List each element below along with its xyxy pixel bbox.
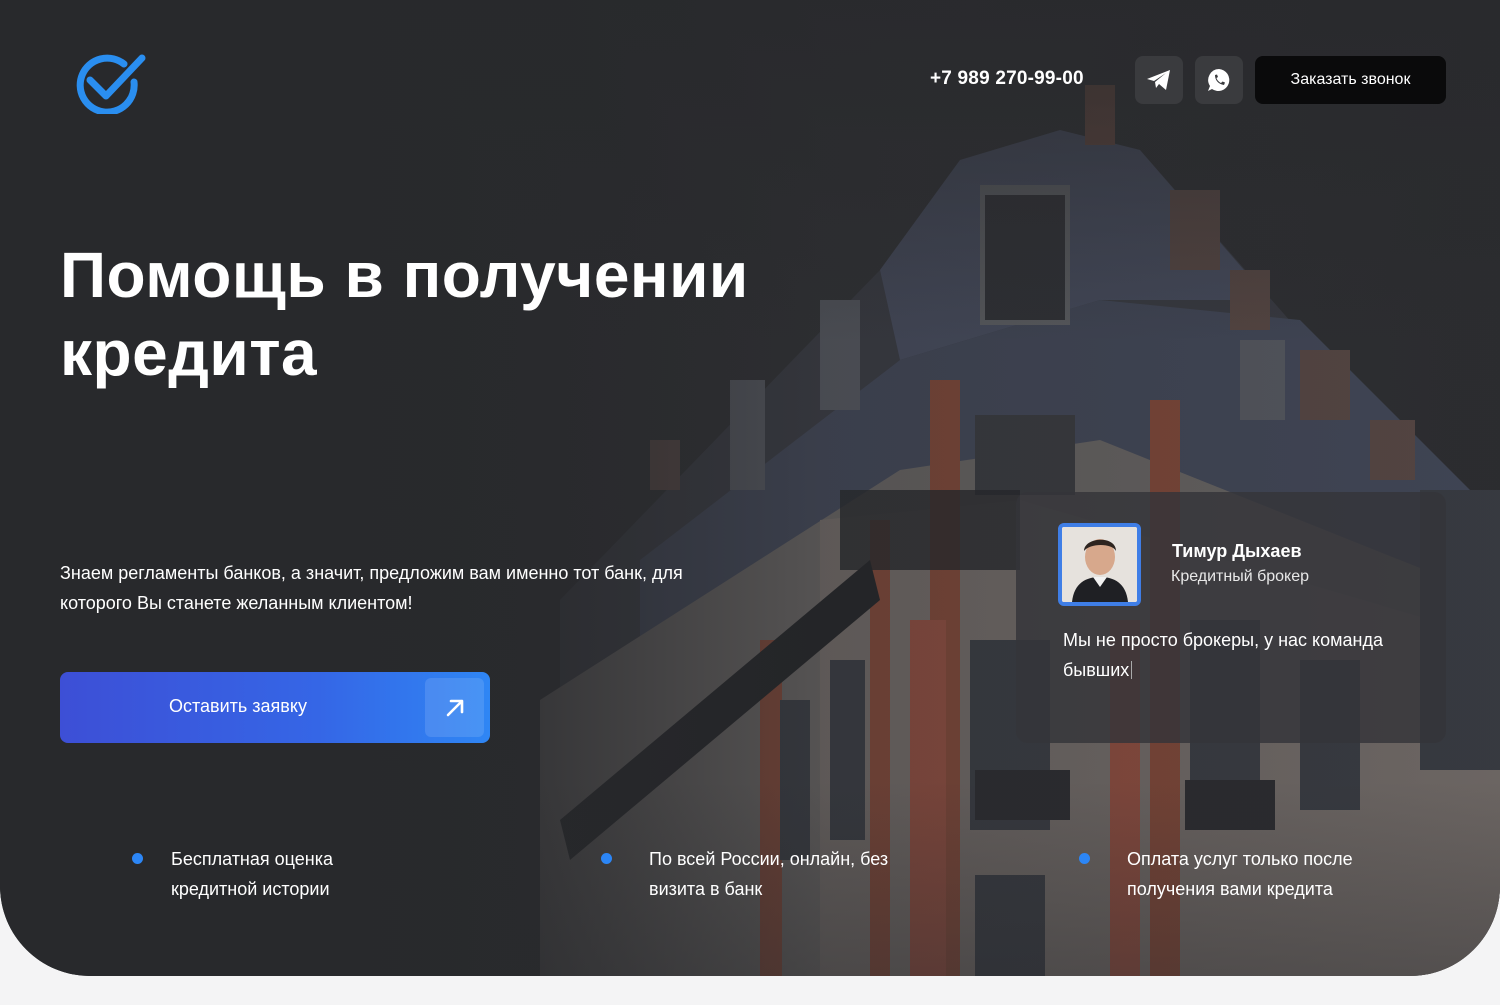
submit-application-button[interactable]: Оставить заявку bbox=[60, 672, 490, 743]
feature-bullet bbox=[1079, 853, 1090, 864]
feature-bullet bbox=[132, 853, 143, 864]
feature-item: Оплата услуг только после получения вами… bbox=[1127, 849, 1353, 899]
avatar bbox=[1058, 523, 1141, 606]
request-call-button[interactable]: Заказать звонок bbox=[1255, 56, 1446, 104]
feature-item: По всей России, онлайн, без визита в бан… bbox=[649, 849, 889, 899]
whatsapp-icon bbox=[1208, 69, 1230, 91]
telegram-icon bbox=[1147, 70, 1170, 90]
whatsapp-button[interactable] bbox=[1195, 56, 1243, 104]
typing-caret bbox=[1131, 661, 1133, 679]
broker-quote: Мы не просто брокеры, у нас команда бывш… bbox=[1063, 625, 1433, 685]
broker-name: Тимур Дыхаев bbox=[1172, 541, 1302, 561]
hero-subtitle: Знаем регламенты банков, а значит, предл… bbox=[60, 563, 683, 613]
broker-card: Тимур Дыхаев Кредитный брокер Мы не прос… bbox=[1016, 492, 1446, 743]
broker-role: Кредитный брокер bbox=[1171, 568, 1310, 585]
feature-item: Бесплатная оценка кредитной истории bbox=[171, 849, 333, 899]
feature-bullet bbox=[601, 853, 612, 864]
image-overlay-vertical bbox=[0, 0, 1500, 976]
cta-label: Оставить заявку bbox=[169, 696, 307, 716]
arrow-up-right-icon bbox=[425, 678, 484, 737]
broker-quote-text: Мы не просто брокеры, у нас команда бывш… bbox=[1063, 630, 1383, 680]
phone-number[interactable]: +7 989 270-99-00 bbox=[930, 68, 1084, 90]
telegram-button[interactable] bbox=[1135, 56, 1183, 104]
hero-section: +7 989 270-99-00 Заказать звонок Помощь … bbox=[0, 0, 1500, 976]
page-title: Помощь в получении кредита bbox=[60, 239, 749, 389]
checkmark-logo-icon[interactable] bbox=[74, 50, 146, 114]
